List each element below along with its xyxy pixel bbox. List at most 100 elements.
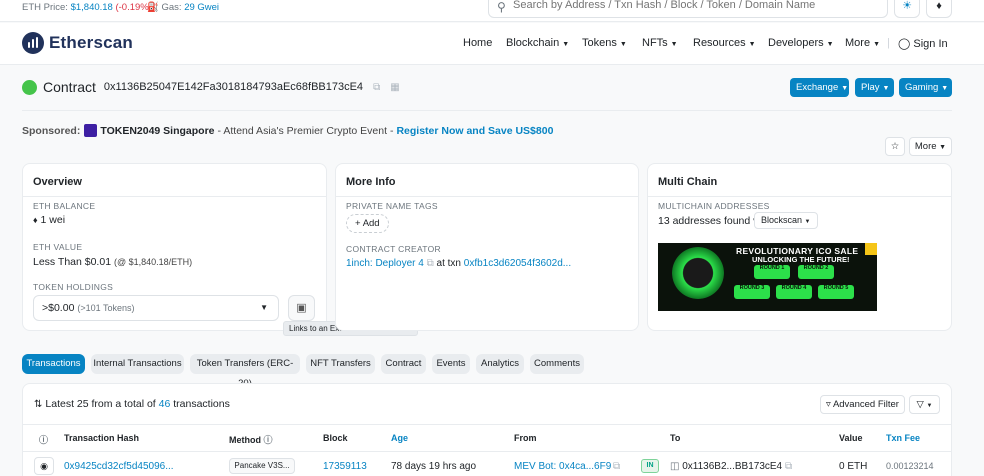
ad-round-2: ROUND 2 <box>798 265 834 279</box>
addresses-found: 13 addresses found via <box>658 215 767 227</box>
col-transaction-hash: Transaction Hash <box>64 433 140 443</box>
transaction-hash-link[interactable]: 0x9425cd32cf5d45096... <box>64 461 174 472</box>
nav-tokens[interactable]: Tokens ▼ <box>582 37 627 49</box>
multi-chain-card: Multi Chain MULTICHAIN ADDRESSES 13 addr… <box>647 163 952 331</box>
qr-code-icon[interactable]: ▦ <box>390 82 399 93</box>
tab-internal-transactions[interactable]: Internal Transactions <box>91 354 184 374</box>
nav-tokens-label: Tokens <box>582 37 617 49</box>
sponsor-cta-link[interactable]: Register Now and Save US$800 <box>396 125 553 137</box>
transaction-fee: 0.00123214 <box>886 461 934 471</box>
creator-link[interactable]: 1inch: Deployer 4 <box>346 258 424 269</box>
eye-icon: ◉ <box>40 461 48 471</box>
star-icon: ☆ <box>890 141 900 152</box>
block-link[interactable]: 17359113 <box>323 461 367 472</box>
method-badge: Pancake V3S... <box>229 458 295 474</box>
tab-events[interactable]: Events <box>432 354 470 374</box>
sponsored-banner: Sponsored: TOKEN2049 Singapore - Attend … <box>22 124 553 137</box>
ethereum-icon: ♦ <box>936 0 942 12</box>
more-button[interactable]: More ▼ <box>909 137 952 156</box>
col-age-toggle[interactable]: Age <box>391 433 408 443</box>
etherscan-logo-icon <box>22 32 44 54</box>
tab-transactions[interactable]: Transactions <box>22 354 85 374</box>
network-button[interactable]: ♦ <box>926 0 952 18</box>
nav-developers[interactable]: Developers ▼ <box>768 37 834 49</box>
col-method-label: Method <box>229 435 261 445</box>
eth-price: ETH Price: $1,840.18 (-0.19%) <box>22 2 152 13</box>
external-advertiser-button[interactable]: ▣ <box>288 295 315 321</box>
sign-in-link[interactable]: ◯ Sign In <box>898 37 948 50</box>
sponsored-label: Sponsored: <box>22 124 81 137</box>
eth-balance-label: ETH BALANCE <box>33 201 96 211</box>
contract-creator-label: CONTRACT CREATOR <box>346 244 442 254</box>
search-input[interactable] <box>513 0 873 11</box>
search-box[interactable]: ⚲ <box>488 0 888 18</box>
col-value: Value <box>839 433 863 443</box>
info-icon[interactable]: ⓘ <box>264 435 273 445</box>
chevron-down-icon: ▼ <box>260 303 268 312</box>
gaming-button[interactable]: Gaming ▼ <box>899 78 952 97</box>
multi-chain-title: Multi Chain <box>658 176 718 188</box>
tab-comments[interactable]: Comments <box>530 354 584 374</box>
copy-icon[interactable]: ⧉ <box>427 258 434 269</box>
sort-icon: ⇅ <box>34 399 43 410</box>
favorite-button[interactable]: ☆ <box>885 137 905 156</box>
help-icon[interactable]: ⓘ <box>39 433 48 446</box>
play-button[interactable]: Play ▼ <box>855 78 894 97</box>
ad-corner-badge <box>865 243 877 255</box>
chevron-down-icon: ▼ <box>748 41 756 48</box>
token-holdings-label: TOKEN HOLDINGS <box>33 282 114 292</box>
etherscan-logo[interactable]: Etherscan <box>22 32 133 54</box>
total-transactions-link[interactable]: 46 <box>159 398 171 410</box>
search-icon: ⚲ <box>497 0 506 14</box>
advanced-filter-button[interactable]: ▿ Advanced Filter <box>820 395 905 414</box>
tab-token-transfers[interactable]: Token Transfers (ERC-20) <box>190 354 300 389</box>
copy-icon[interactable]: ⧉ <box>785 461 792 472</box>
nav-home[interactable]: Home <box>463 37 492 49</box>
view-details-button[interactable]: ◉ <box>34 457 54 475</box>
chevron-down-icon: ▼ <box>619 41 627 48</box>
from-address-link[interactable]: MEV Bot: 0x4ca...6F9 <box>514 461 611 472</box>
nav-resources[interactable]: Resources ▼ <box>693 37 756 49</box>
nav-nfts[interactable]: NFTs ▼ <box>642 37 678 49</box>
copy-icon[interactable]: ⧉ <box>613 461 620 472</box>
sponsor-brand[interactable]: TOKEN2049 Singapore <box>100 125 214 137</box>
nav-more[interactable]: More ▼ <box>845 37 880 49</box>
filter-dropdown-button[interactable]: ▽ ▼ <box>909 395 940 414</box>
main-nav: Etherscan Home Blockchain ▼ Tokens ▼ NFTs ▼… <box>0 23 984 65</box>
tab-nft-transfers[interactable]: NFT Transfers <box>306 354 375 374</box>
chevron-down-icon: ▼ <box>562 41 570 48</box>
brand-name: Etherscan <box>49 33 134 52</box>
to-address-value: 0x1136B2...BB173cE4 <box>682 461 783 472</box>
ico-sale-ad-banner[interactable]: REVOLUTIONARY ICO SALE UNLOCKING THE FUT… <box>658 243 877 311</box>
blockscan-dropdown[interactable]: Blockscan ▼ <box>754 212 818 229</box>
col-txn-fee-toggle[interactable]: Txn Fee <box>886 433 920 443</box>
summary-suffix: transactions <box>173 398 230 410</box>
nav-blockchain-label: Blockchain <box>506 37 560 49</box>
chevron-down-icon: ▼ <box>882 85 890 92</box>
chevron-down-icon: ▼ <box>941 85 949 92</box>
nav-resources-label: Resources <box>693 37 746 49</box>
tab-analytics[interactable]: Analytics <box>476 354 524 374</box>
gas-value[interactable]: 29 Gwei <box>184 2 219 13</box>
eth-balance: ♦ 1 wei <box>33 214 65 226</box>
token-holdings-dropdown[interactable]: >$0.00 (>101 Tokens) ▼ <box>33 295 279 321</box>
exchange-button[interactable]: Exchange ▼ <box>790 78 849 97</box>
ethereum-icon: ♦ <box>33 215 38 225</box>
exchange-label: Exchange <box>796 82 839 93</box>
multichain-addresses-label: MULTICHAIN ADDRESSES <box>658 201 770 211</box>
user-icon: ◯ <box>898 38 911 50</box>
wallet-icon: ▣ <box>296 302 307 314</box>
creation-txn-link[interactable]: 0xfb1c3d62054f3602d... <box>464 258 571 269</box>
at-txn-label: at txn <box>436 258 461 269</box>
add-name-tag-button[interactable]: + Add <box>346 214 389 233</box>
card-divider <box>336 196 638 197</box>
theme-toggle-button[interactable]: ☀ <box>894 0 920 18</box>
gas-icon: ⛽ <box>147 2 159 13</box>
nav-blockchain[interactable]: Blockchain ▼ <box>506 37 569 49</box>
eth-value-rate: (@ $1,840.18/ETH) <box>113 257 193 267</box>
more-label: More <box>914 141 937 152</box>
copy-icon[interactable]: ⧉ <box>373 82 380 93</box>
direction-badge: IN <box>641 459 659 473</box>
tab-contract[interactable]: Contract <box>381 354 426 374</box>
eth-price-value[interactable]: $1,840.18 <box>71 2 113 13</box>
